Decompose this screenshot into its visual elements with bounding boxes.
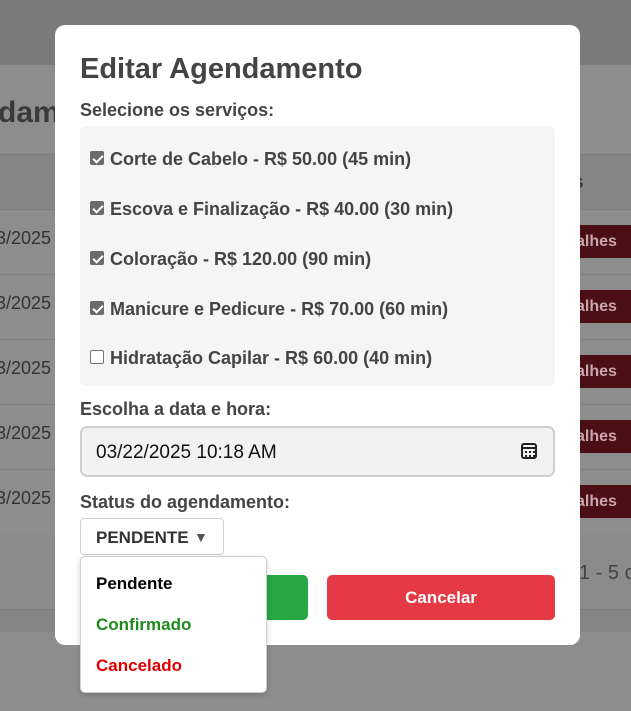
service-checkbox[interactable] bbox=[90, 201, 104, 215]
pagination-info: 1 - 5 c bbox=[579, 562, 631, 584]
row-date: 3/2025 bbox=[0, 488, 52, 508]
modal-title: Editar Agendamento bbox=[80, 53, 363, 85]
row-date: 3/2025 bbox=[0, 228, 52, 248]
service-label: Escova e Finalização - R$ 40.00 (30 min) bbox=[110, 199, 454, 219]
service-label: Corte de Cabelo - R$ 50.00 (45 min) bbox=[110, 149, 412, 169]
service-checkbox[interactable] bbox=[90, 350, 104, 364]
service-option[interactable]: Coloração - R$ 120.00 (90 min) bbox=[90, 249, 371, 270]
cancel-button[interactable]: Cancelar bbox=[327, 575, 555, 620]
status-option-cancelado[interactable]: Cancelado bbox=[96, 656, 182, 676]
service-label: Coloração - R$ 120.00 (90 min) bbox=[110, 249, 372, 269]
datetime-label: Escolha a data e hora: bbox=[80, 399, 272, 419]
service-label: Manicure e Pedicure - R$ 70.00 (60 min) bbox=[110, 299, 449, 319]
datetime-input[interactable]: 03/22/2025 10:18 AM bbox=[80, 426, 555, 477]
service-checkbox[interactable] bbox=[90, 151, 104, 165]
status-value: PENDENTE bbox=[96, 528, 189, 547]
service-label: Hidratação Capilar - R$ 60.00 (40 min) bbox=[110, 348, 433, 368]
status-dropdown: Pendente Confirmado Cancelado bbox=[80, 556, 267, 693]
datetime-value: 03/22/2025 10:18 AM bbox=[96, 442, 277, 463]
service-option[interactable]: Hidratação Capilar - R$ 60.00 (40 min) bbox=[90, 348, 432, 369]
chevron-down-icon: ▼ bbox=[194, 529, 208, 545]
edit-appointment-modal: Editar Agendamento Selecione os serviços… bbox=[55, 25, 580, 645]
status-select[interactable]: PENDENTE ▼ bbox=[80, 518, 224, 555]
row-date: 3/2025 bbox=[0, 293, 52, 313]
status-option-confirmado[interactable]: Confirmado bbox=[96, 615, 191, 635]
service-option[interactable]: Manicure e Pedicure - R$ 70.00 (60 min) bbox=[90, 299, 448, 320]
calendar-icon[interactable] bbox=[521, 443, 537, 459]
row-date: 3/2025 bbox=[0, 358, 52, 378]
services-list: Corte de Cabelo - R$ 50.00 (45 min) Esco… bbox=[80, 126, 555, 386]
services-label: Selecione os serviços: bbox=[80, 100, 275, 120]
service-checkbox[interactable] bbox=[90, 251, 104, 265]
service-checkbox[interactable] bbox=[90, 301, 104, 315]
service-option[interactable]: Escova e Finalização - R$ 40.00 (30 min) bbox=[90, 199, 453, 220]
service-option[interactable]: Corte de Cabelo - R$ 50.00 (45 min) bbox=[90, 149, 411, 170]
status-label: Status do agendamento: bbox=[80, 492, 291, 512]
status-option-pendente[interactable]: Pendente bbox=[96, 574, 173, 594]
save-button[interactable] bbox=[265, 575, 308, 620]
row-date: 3/2025 bbox=[0, 423, 52, 443]
